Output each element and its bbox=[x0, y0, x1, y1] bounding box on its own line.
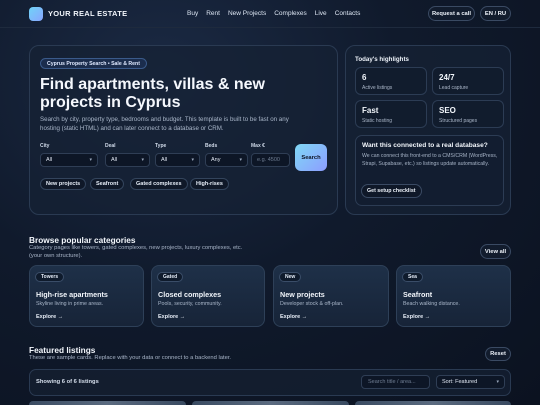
highlight-tile: Fast Static hosting bbox=[355, 100, 427, 128]
city-label: City bbox=[40, 143, 50, 149]
chip-new-projects[interactable]: New projects bbox=[40, 178, 87, 190]
nav-buy[interactable]: Buy bbox=[187, 10, 198, 17]
category-tag: Sea bbox=[402, 272, 423, 282]
nav-live[interactable]: Live bbox=[315, 10, 327, 17]
category-desc: Pools, security, community. bbox=[158, 301, 222, 307]
category-title: New projects bbox=[280, 290, 325, 299]
listing-search-placeholder: Search title / area... bbox=[368, 379, 416, 385]
chevron-down-icon: ▾ bbox=[89, 157, 92, 163]
nav-complexes[interactable]: Complexes bbox=[274, 10, 307, 17]
category-card-gated[interactable]: Gated Closed complexes Pools, security, … bbox=[151, 265, 265, 327]
highlight-value: Fast bbox=[362, 106, 379, 115]
brand-name[interactable]: YOUR REAL ESTATE bbox=[48, 9, 127, 18]
view-all-button[interactable]: View all bbox=[480, 244, 511, 259]
hero-badge: Cyprus Property Search • Sale & Rent bbox=[40, 58, 147, 69]
chip-gated-complexes[interactable]: Gated complexes bbox=[130, 178, 188, 190]
deal-select[interactable]: All ▾ bbox=[105, 153, 150, 167]
categories-description: Category pages like towers, gated comple… bbox=[29, 245, 243, 259]
highlight-value: 24/7 bbox=[439, 73, 455, 82]
listings-count: Showing 6 of 6 listings bbox=[36, 379, 99, 385]
highlight-tile: 24/7 Lead capture bbox=[432, 67, 504, 95]
highlight-label: Lead capture bbox=[439, 85, 469, 91]
sort-select[interactable]: Sort: Featured ▾ bbox=[436, 375, 505, 389]
chevron-down-icon: ▾ bbox=[496, 379, 499, 385]
category-desc: Developer stock & off-plan. bbox=[280, 301, 344, 307]
nav-new-projects[interactable]: New Projects bbox=[228, 10, 266, 17]
beds-select-value: Any bbox=[211, 157, 221, 163]
cta-description: We can connect this front-end to a CMS/C… bbox=[362, 153, 498, 167]
chevron-down-icon: ▾ bbox=[191, 157, 194, 163]
highlights-title: Today's highlights bbox=[355, 56, 409, 63]
highlight-tile: SEO Structured pages bbox=[432, 100, 504, 128]
highlight-label: Structured pages bbox=[439, 118, 478, 124]
explore-link[interactable]: Explore → bbox=[158, 314, 185, 320]
category-desc: Beach walking distance. bbox=[403, 301, 460, 307]
category-card-new[interactable]: New New projects Developer stock & off-p… bbox=[273, 265, 389, 327]
category-tag: New bbox=[279, 272, 302, 282]
category-card-towers[interactable]: Towers High-rise apartments Skyline livi… bbox=[29, 265, 144, 327]
header-divider bbox=[0, 27, 540, 28]
type-label: Type bbox=[155, 143, 167, 149]
beds-label: Beds bbox=[205, 143, 218, 149]
reset-button[interactable]: Reset bbox=[485, 347, 511, 361]
max-price-placeholder: e.g. 4500 bbox=[257, 157, 280, 163]
highlight-tile: 6 Active listings bbox=[355, 67, 427, 95]
highlight-label: Static hosting bbox=[362, 118, 393, 124]
deal-label: Deal bbox=[105, 143, 116, 149]
hero-title: Find apartments, villas & new projects i… bbox=[40, 76, 265, 111]
chip-seafront[interactable]: Seafront bbox=[90, 178, 125, 190]
chevron-down-icon: ▾ bbox=[141, 157, 144, 163]
category-tag: Towers bbox=[35, 272, 65, 282]
language-switch-button[interactable]: EN / RU bbox=[480, 6, 511, 21]
chip-high-rises[interactable]: High-rises bbox=[190, 178, 229, 190]
chevron-down-icon: ▾ bbox=[239, 157, 242, 163]
listing-search-input[interactable]: Search title / area... bbox=[361, 375, 430, 389]
category-card-sea[interactable]: Sea Seafront Beach walking distance. Exp… bbox=[396, 265, 511, 327]
hero-description: Search by city, property type, bedrooms … bbox=[40, 116, 289, 132]
sort-select-value: Sort: Featured bbox=[442, 379, 478, 385]
explore-link[interactable]: Explore → bbox=[36, 314, 63, 320]
city-select-value: All bbox=[46, 157, 53, 163]
category-tag: Gated bbox=[157, 272, 184, 282]
listing-card-image[interactable] bbox=[355, 401, 511, 405]
type-select-value: All bbox=[161, 157, 168, 163]
brand-logo-icon[interactable] bbox=[29, 7, 43, 21]
explore-link[interactable]: Explore → bbox=[280, 314, 307, 320]
main-nav: Buy Rent New Projects Complexes Live Con… bbox=[187, 10, 360, 17]
type-select[interactable]: All ▾ bbox=[155, 153, 200, 167]
category-title: Closed complexes bbox=[158, 290, 222, 299]
max-price-input[interactable]: e.g. 4500 bbox=[251, 153, 290, 167]
beds-select[interactable]: Any ▾ bbox=[205, 153, 248, 167]
search-button[interactable]: Search bbox=[295, 144, 327, 171]
listing-card-image[interactable] bbox=[29, 401, 186, 405]
explore-link[interactable]: Explore → bbox=[403, 314, 430, 320]
request-call-button[interactable]: Request a call bbox=[428, 6, 475, 21]
nav-contacts[interactable]: Contacts bbox=[335, 10, 361, 17]
highlight-value: SEO bbox=[439, 106, 456, 115]
highlight-value: 6 bbox=[362, 73, 367, 82]
category-title: High-rise apartments bbox=[36, 290, 108, 299]
category-title: Seafront bbox=[403, 290, 433, 299]
listing-card-image[interactable] bbox=[192, 401, 349, 405]
nav-rent[interactable]: Rent bbox=[206, 10, 220, 17]
featured-description: These are sample cards. Replace with you… bbox=[29, 355, 232, 361]
deal-select-value: All bbox=[111, 157, 118, 163]
max-price-label: Max € bbox=[251, 143, 265, 149]
setup-checklist-button[interactable]: Get setup checklist bbox=[361, 184, 422, 198]
category-desc: Skyline living in prime areas. bbox=[36, 301, 104, 307]
cta-title: Want this connected to a real database? bbox=[362, 142, 488, 149]
highlight-label: Active listings bbox=[362, 85, 393, 91]
city-select[interactable]: All ▾ bbox=[40, 153, 98, 167]
